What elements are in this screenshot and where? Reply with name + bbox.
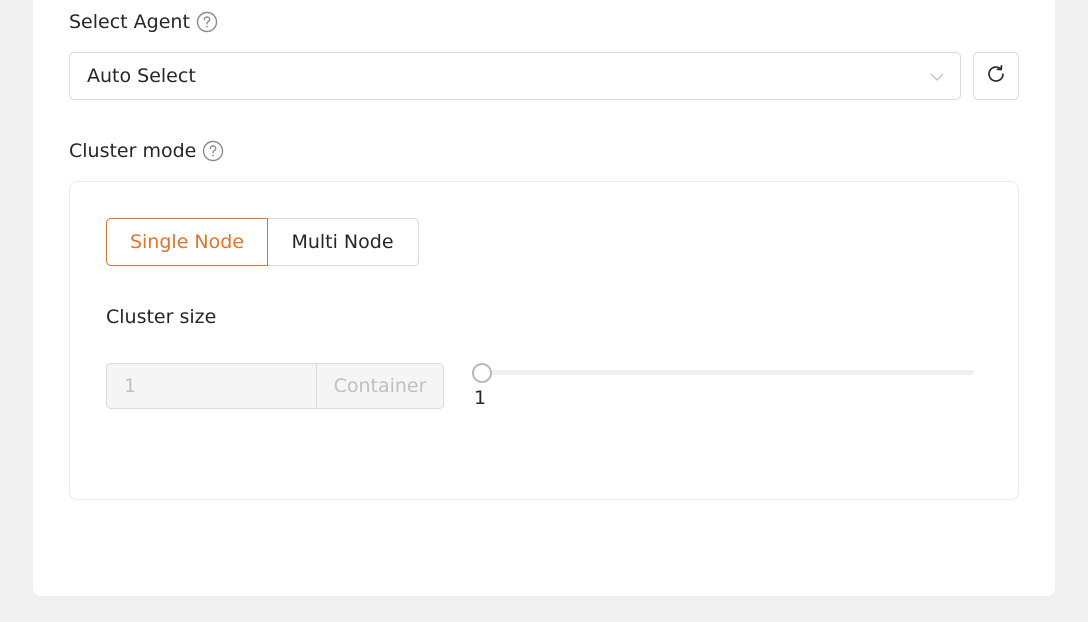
cluster-mode-label: Cluster mode	[69, 140, 197, 162]
cluster-size-input[interactable]: 1	[107, 364, 316, 408]
single-node-option[interactable]: Single Node	[106, 218, 268, 266]
refresh-icon	[985, 63, 1007, 89]
cluster-mode-label-row: Cluster mode	[69, 140, 224, 162]
cluster-size-input-group: 1 Container	[106, 363, 444, 409]
multi-node-option[interactable]: Multi Node	[267, 218, 419, 266]
select-agent-label: Select Agent	[69, 11, 190, 33]
agent-select-value: Auto Select	[87, 65, 196, 87]
chevron-down-icon	[930, 69, 944, 83]
cluster-size-slider-track[interactable]	[482, 370, 974, 375]
cluster-size-label: Cluster size	[106, 306, 217, 328]
cluster-size-slider-mark: 1	[474, 387, 487, 409]
question-circle-icon[interactable]	[196, 11, 218, 33]
question-circle-icon[interactable]	[202, 140, 224, 162]
cluster-size-slider-handle[interactable]	[472, 363, 492, 383]
refresh-button[interactable]	[973, 52, 1019, 100]
agent-select[interactable]: Auto Select	[69, 52, 961, 100]
container-unit-addon: Container	[316, 364, 443, 408]
select-agent-label-row: Select Agent	[69, 11, 218, 33]
